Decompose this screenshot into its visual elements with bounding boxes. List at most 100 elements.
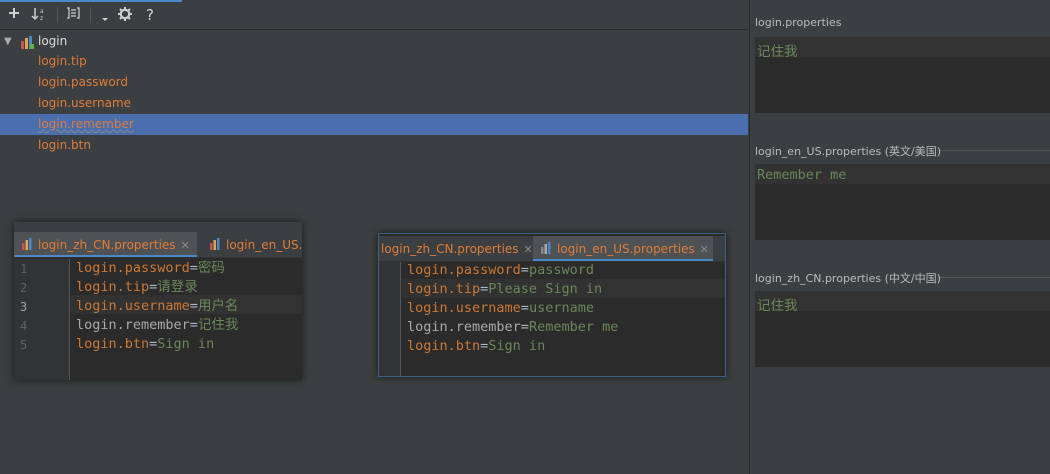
window-title-strip[interactable] bbox=[14, 222, 302, 232]
property-key: login.btn bbox=[76, 336, 150, 352]
property-value: Please Sign in bbox=[488, 281, 603, 297]
svg-text:z: z bbox=[40, 15, 43, 22]
properties-file-icon bbox=[210, 233, 222, 250]
values-panel: login.properties 记住我 login_en_US.propert… bbox=[749, 0, 1050, 474]
editor-window-zh[interactable]: login_zh_CN.properties ✕ login_en_US.p 1 … bbox=[14, 222, 302, 380]
value-text: 记住我 bbox=[757, 298, 798, 314]
section-title: login_zh_CN.properties (中文/中国) bbox=[755, 272, 941, 285]
close-icon[interactable]: ✕ bbox=[524, 243, 533, 256]
value-editor-zh-cn[interactable]: 记住我 bbox=[755, 291, 1050, 367]
equals-sign: = bbox=[189, 260, 198, 276]
code-line: login.username=用户名 bbox=[76, 297, 238, 316]
code-line: login.btn=Sign in bbox=[76, 335, 238, 354]
tree-item-label: login.tip bbox=[38, 54, 87, 68]
tree-root-label: login bbox=[38, 34, 68, 48]
value-text: Remember me bbox=[757, 167, 847, 183]
line-number: 3 bbox=[20, 300, 28, 314]
toolbar-accent bbox=[0, 0, 182, 2]
value-editor-en-us[interactable]: Remember me bbox=[755, 164, 1050, 240]
property-value: 密码 bbox=[197, 260, 225, 276]
tree-item-label: login.remember bbox=[38, 117, 134, 131]
property-key: login.username bbox=[76, 298, 190, 314]
property-value: Remember me bbox=[528, 319, 619, 335]
code-line: login.tip=请登录 bbox=[76, 278, 238, 297]
line-gutter: 1 2 3 4 5 bbox=[14, 259, 70, 380]
code-line: login.password=password bbox=[407, 261, 618, 280]
tree-item-label: login.password bbox=[38, 75, 129, 89]
equals-sign: = bbox=[520, 319, 529, 335]
section-title: login.properties bbox=[755, 16, 842, 29]
tree-root-row[interactable]: ▼ login bbox=[0, 31, 748, 52]
tab-login-en-us[interactable]: login_en_US.p bbox=[202, 232, 302, 257]
value-editor-default[interactable]: 记住我 bbox=[755, 37, 1050, 113]
property-key: login.tip bbox=[407, 281, 481, 297]
tree-item-label: login.btn bbox=[38, 138, 91, 152]
tree-item-login-password[interactable]: login.password bbox=[0, 72, 748, 93]
section-divider bbox=[940, 150, 1050, 151]
current-line-highlight bbox=[755, 38, 1050, 57]
tree-item-login-tip[interactable]: login.tip bbox=[0, 51, 748, 72]
property-value: username bbox=[528, 300, 594, 316]
section-divider bbox=[940, 277, 1050, 278]
property-value: 请登录 bbox=[157, 279, 198, 295]
line-number: 4 bbox=[20, 319, 28, 333]
tab-label: login_en_US.p bbox=[226, 238, 302, 252]
close-icon[interactable]: ✕ bbox=[700, 243, 709, 256]
tab-login-zh-cn[interactable]: login_zh_CN.properties ✕ bbox=[14, 232, 197, 257]
section-title: login_en_US.properties (英文/美国) bbox=[755, 145, 941, 158]
gear-icon[interactable] bbox=[116, 6, 134, 24]
code-area[interactable]: login.password=密码 login.tip=请登录 login.us… bbox=[76, 259, 238, 354]
equals-sign: = bbox=[189, 317, 198, 333]
equals-sign: = bbox=[520, 262, 529, 278]
property-value: Sign in bbox=[488, 338, 546, 354]
code-line: login.password=密码 bbox=[76, 259, 238, 278]
property-key: login.btn bbox=[407, 338, 481, 354]
property-key: login.remember bbox=[407, 319, 521, 335]
editor-window-en[interactable]: login_zh_CN.properties ✕ login_en_US.prop… bbox=[378, 233, 726, 377]
tab-login-en-us[interactable]: login_en_US.properties ✕ bbox=[533, 236, 713, 261]
code-line: login.remember=记住我 bbox=[76, 316, 238, 335]
code-area[interactable]: login.password=password login.tip=Please… bbox=[407, 261, 618, 356]
value-text: 记住我 bbox=[757, 44, 798, 60]
editor-tabs: login_zh_CN.properties ✕ login_en_US.prop… bbox=[379, 236, 725, 262]
line-number: 5 bbox=[20, 338, 28, 352]
equals-sign: = bbox=[520, 300, 529, 316]
property-value: password bbox=[528, 262, 594, 278]
expand-arrow-icon[interactable]: ▼ bbox=[4, 31, 12, 52]
property-key: login.tip bbox=[76, 279, 150, 295]
help-icon[interactable]: ? bbox=[142, 6, 158, 24]
sort-alpha-icon[interactable]: az bbox=[30, 6, 50, 24]
group-icon[interactable] bbox=[64, 6, 82, 24]
properties-file-icon bbox=[22, 233, 34, 250]
toolbar: az ? bbox=[0, 0, 748, 30]
editor-tabs: login_zh_CN.properties ✕ login_en_US.p bbox=[14, 232, 302, 258]
svg-text:a: a bbox=[40, 8, 44, 15]
tree-item-login-btn[interactable]: login.btn bbox=[0, 135, 748, 156]
tree-item-login-remember[interactable]: login.remember bbox=[0, 114, 748, 135]
line-gutter bbox=[379, 262, 401, 376]
tree-item-login-username[interactable]: login.username bbox=[0, 93, 748, 114]
keys-panel: az ? ▼ login login.tip login.password lo… bbox=[0, 0, 748, 474]
property-key: login.password bbox=[407, 262, 521, 278]
code-line: login.username=username bbox=[407, 299, 618, 318]
tab-label: login_zh_CN.properties bbox=[38, 238, 176, 252]
current-line-highlight bbox=[755, 292, 1050, 311]
property-value: Sign in bbox=[157, 336, 215, 352]
code-line: login.tip=Please Sign in bbox=[407, 280, 618, 299]
line-number: 2 bbox=[20, 281, 28, 295]
property-key: login.username bbox=[407, 300, 521, 316]
resource-bundle-editor: az ? ▼ login login.tip login.password lo… bbox=[0, 0, 1050, 474]
close-icon[interactable]: ✕ bbox=[181, 239, 190, 252]
property-key: login.password bbox=[76, 260, 190, 276]
code-line: login.btn=Sign in bbox=[407, 337, 618, 356]
property-value: 用户名 bbox=[197, 298, 239, 314]
property-value: 记住我 bbox=[197, 317, 239, 333]
tab-label: login_zh_CN.properties bbox=[381, 242, 519, 256]
code-line: login.remember=Remember me bbox=[407, 318, 618, 337]
tab-login-zh-cn[interactable]: login_zh_CN.properties ✕ bbox=[379, 236, 533, 261]
toolbar-separator bbox=[57, 7, 58, 23]
plus-icon[interactable] bbox=[6, 6, 22, 24]
caret-down-icon[interactable] bbox=[99, 6, 111, 24]
toolbar-separator bbox=[90, 7, 91, 23]
equals-sign: = bbox=[189, 298, 198, 314]
